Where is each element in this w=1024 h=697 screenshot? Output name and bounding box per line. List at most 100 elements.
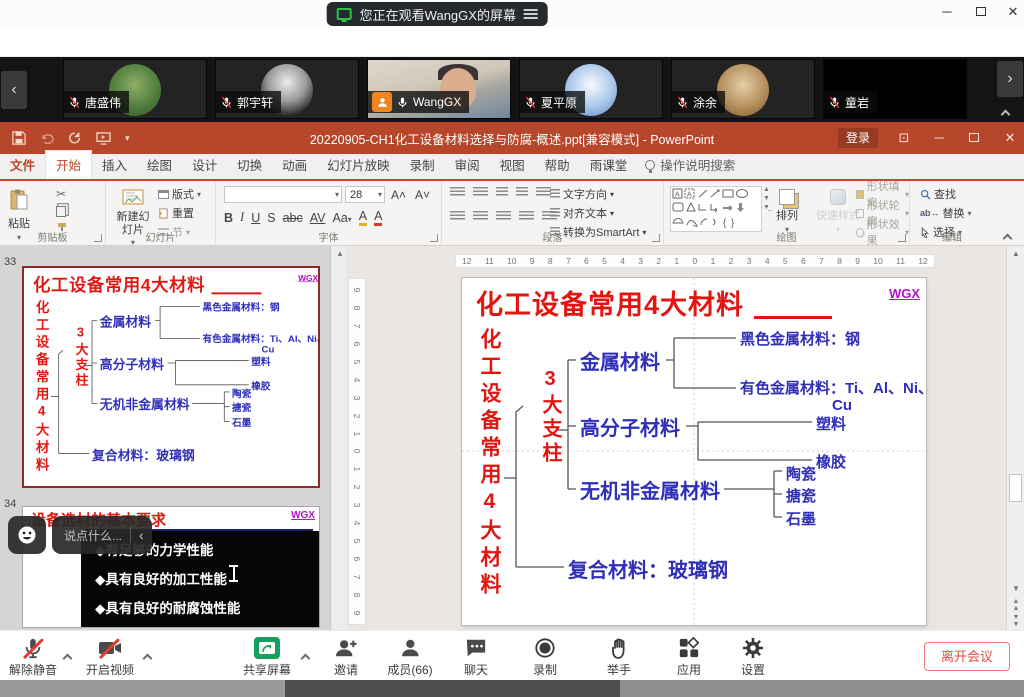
text-direction-button[interactable]: 文字方向▾: [550, 186, 646, 202]
shapes-more-icon[interactable]: ▼̲: [763, 204, 770, 211]
justify-icon[interactable]: [519, 211, 534, 222]
participant-tile[interactable]: 夏平原: [519, 59, 663, 119]
font-size-combo[interactable]: 28▾: [345, 186, 385, 203]
ribbon-display-options-icon[interactable]: ⊡: [893, 130, 915, 146]
tab-slideshow[interactable]: 幻灯片放映: [317, 151, 400, 179]
character-spacing-button[interactable]: AV: [310, 211, 326, 225]
sign-in-button[interactable]: 登录: [838, 128, 878, 148]
paragraph-dialog-launcher[interactable]: [652, 234, 660, 242]
collapse-ribbon-button[interactable]: [1004, 229, 1011, 247]
tell-me-search[interactable]: 操作说明搜索: [637, 151, 743, 179]
text-shadow-button[interactable]: S: [267, 211, 275, 225]
tab-insert[interactable]: 插入: [92, 151, 137, 179]
line-spacing-icon[interactable]: [536, 187, 551, 198]
arrange-button[interactable]: 排列 ▾: [776, 184, 798, 234]
indent-decrease-icon[interactable]: [496, 187, 508, 198]
tab-draw[interactable]: 绘图: [137, 151, 182, 179]
raise-hand-button[interactable]: 举手: [607, 637, 631, 678]
slide-canvas[interactable]: 1211109876543210123456789101112 化工设备常用4大…: [366, 246, 1006, 630]
unmute-button[interactable]: 解除静音: [9, 637, 57, 678]
thumbnails-scrollbar[interactable]: ▲: [330, 246, 347, 630]
italic-button[interactable]: I: [240, 210, 244, 225]
undo-icon[interactable]: [40, 132, 54, 144]
window-close-button[interactable]: ✕: [1004, 4, 1022, 20]
quick-styles-button[interactable]: 快速样式 ▾: [816, 184, 860, 234]
participants-collapse-button[interactable]: [1002, 105, 1009, 123]
slide-33-editor[interactable]: 化工设备常用4大材料 WGX 化工设备常用4大材料 3大支柱 金属材料 高分子材…: [462, 278, 926, 625]
ppt-minimize-button[interactable]: ─: [928, 130, 950, 145]
tab-file[interactable]: 文件: [0, 151, 45, 179]
participant-tile[interactable]: 唐盛伟: [63, 59, 207, 119]
strikethrough-button[interactable]: abc: [283, 211, 303, 225]
apps-button[interactable]: 应用: [677, 637, 701, 678]
window-maximize-button[interactable]: [972, 4, 990, 19]
participant-tile[interactable]: 涂余: [671, 59, 815, 119]
align-left-icon[interactable]: [450, 211, 465, 222]
share-screen-button[interactable]: 共享屏幕: [243, 637, 291, 678]
shapes-scroll-down-icon[interactable]: ▼: [763, 195, 770, 202]
emoji-button[interactable]: [8, 516, 46, 554]
bold-button[interactable]: B: [224, 211, 233, 225]
redo-icon[interactable]: [68, 131, 82, 145]
find-button[interactable]: 查找: [920, 186, 972, 202]
record-button[interactable]: 录制: [533, 637, 557, 678]
video-options-chevron[interactable]: [144, 649, 151, 667]
font-color-button[interactable]: A: [374, 209, 382, 226]
next-slide-button[interactable]: ▼▼: [1007, 614, 1024, 628]
indent-increase-icon[interactable]: [516, 187, 528, 198]
replace-button[interactable]: ab↔ 替换▾: [920, 205, 972, 221]
scroll-up-icon[interactable]: ▲: [1007, 249, 1024, 258]
reset-button[interactable]: 重置: [158, 205, 201, 221]
font-dialog-launcher[interactable]: [430, 234, 438, 242]
banner-menu-icon[interactable]: [524, 9, 538, 19]
start-video-button[interactable]: 开启视频: [86, 637, 134, 678]
scrollbar-thumb[interactable]: [1009, 474, 1022, 502]
collapse-chat-icon[interactable]: ‹: [139, 527, 144, 543]
qat-customize-caret-icon[interactable]: ▾: [125, 133, 130, 144]
tab-home[interactable]: 开始: [45, 150, 92, 179]
window-minimize-button[interactable]: ─: [938, 4, 956, 19]
tab-animations[interactable]: 动画: [272, 151, 317, 179]
editor-scrollbar[interactable]: ▲ ▼ ▲▲ ▼▼: [1006, 246, 1024, 630]
scroll-up-icon[interactable]: ▲: [331, 249, 349, 258]
shapes-scroll-up-icon[interactable]: ▲: [763, 186, 770, 193]
previous-slide-button[interactable]: ▲▲: [1007, 598, 1024, 612]
leave-meeting-button[interactable]: 离开会议: [924, 642, 1010, 671]
tab-rain-classroom[interactable]: 雨课堂: [580, 151, 638, 179]
clipboard-dialog-launcher[interactable]: [94, 234, 102, 242]
layout-button[interactable]: 版式▾: [158, 186, 201, 202]
participant-tile[interactable]: 郭宇轩: [215, 59, 359, 119]
invite-button[interactable]: 邀请: [334, 637, 358, 678]
save-icon[interactable]: [12, 131, 26, 145]
align-right-icon[interactable]: [496, 211, 511, 222]
highlight-color-button[interactable]: A: [359, 209, 367, 226]
slideshow-icon[interactable]: [96, 132, 111, 145]
chat-input[interactable]: 说点什么... ‹: [52, 516, 152, 554]
bullets-icon[interactable]: [450, 187, 465, 198]
settings-button[interactable]: 设置: [741, 637, 765, 678]
ppt-restore-button[interactable]: [963, 130, 985, 145]
cut-icon[interactable]: ✂: [56, 187, 68, 201]
tab-design[interactable]: 设计: [182, 151, 227, 179]
font-name-combo[interactable]: ▾: [224, 186, 342, 203]
participant-tile[interactable]: 童岩: [823, 59, 967, 119]
underline-button[interactable]: U: [251, 211, 260, 225]
align-text-button[interactable]: 对齐文本▾: [550, 205, 646, 221]
participants-scroll-right-button[interactable]: ›: [997, 61, 1023, 97]
slide-33-thumbnail[interactable]: 化工设备常用4大材料 WGX 化工设备常用4大材料 3大支柱 金属材料 高分子材…: [22, 266, 320, 488]
share-options-chevron[interactable]: [302, 649, 309, 667]
tab-view[interactable]: 视图: [490, 151, 535, 179]
tab-help[interactable]: 帮助: [535, 151, 580, 179]
participant-tile-presenter[interactable]: WangGX: [367, 59, 511, 119]
change-case-button[interactable]: Aa▾: [332, 211, 351, 225]
chat-button[interactable]: 聊天: [464, 637, 488, 678]
audio-options-chevron[interactable]: [64, 649, 71, 667]
ppt-close-button[interactable]: ✕: [999, 130, 1021, 146]
tab-review[interactable]: 审阅: [445, 151, 490, 179]
numbering-icon[interactable]: [473, 187, 488, 198]
scroll-down-icon[interactable]: ▼: [1007, 584, 1024, 593]
shrink-font-button[interactable]: A˅: [412, 188, 433, 202]
shapes-gallery[interactable]: A A { }: [670, 186, 762, 232]
tab-record[interactable]: 录制: [400, 151, 445, 179]
grow-font-button[interactable]: A˄: [388, 188, 409, 202]
